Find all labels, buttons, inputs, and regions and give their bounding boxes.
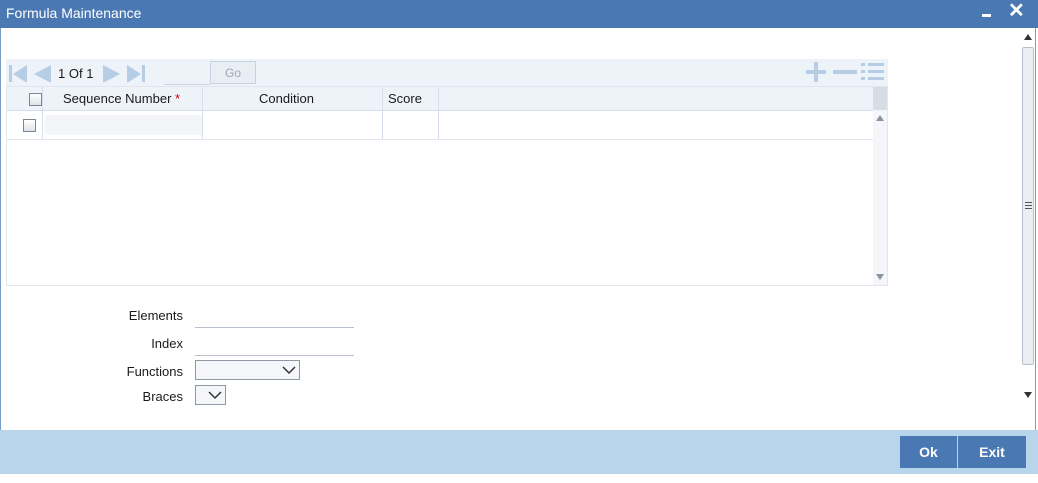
select-all-checkbox[interactable]	[29, 93, 42, 106]
window-scrollbar[interactable]	[1021, 30, 1036, 402]
previous-page-icon[interactable]	[32, 64, 52, 82]
title-bar: Formula Maintenance ✕	[0, 0, 1038, 28]
last-page-icon[interactable]	[126, 64, 146, 82]
footer-bar	[0, 430, 1038, 474]
scroll-up-icon[interactable]	[876, 115, 884, 121]
grid-header: Sequence Number * Condition Score	[7, 87, 873, 111]
formula-grid: Sequence Number * Condition Score	[6, 86, 888, 286]
pager-of: Of	[68, 66, 83, 81]
elements-field[interactable]	[195, 305, 354, 328]
exit-button[interactable]: Exit	[958, 436, 1026, 468]
next-page-icon[interactable]	[102, 64, 122, 82]
chevron-down-icon	[282, 366, 296, 375]
ok-button[interactable]: Ok	[900, 436, 957, 468]
row-select-checkbox[interactable]	[23, 119, 36, 132]
functions-label: Functions	[126, 364, 183, 379]
pager-text: 1 Of 1	[58, 66, 93, 81]
scrollbar-thumb[interactable]	[1022, 47, 1034, 365]
column-header-score[interactable]: Score	[388, 91, 422, 106]
scroll-up-icon[interactable]	[1024, 34, 1032, 40]
minimize-icon[interactable]	[980, 2, 994, 22]
grid-scrollbar[interactable]	[873, 87, 887, 285]
grip-icon	[1025, 202, 1032, 209]
close-icon[interactable]: ✕	[1008, 0, 1025, 22]
braces-label: Braces	[142, 389, 183, 404]
pager-current: 1	[58, 66, 66, 81]
window-title: Formula Maintenance	[6, 5, 142, 21]
functions-select[interactable]	[195, 360, 300, 380]
condition-input[interactable]	[205, 115, 383, 135]
scroll-down-icon[interactable]	[1024, 392, 1032, 398]
single-record-view-icon[interactable]	[860, 62, 886, 82]
delete-row-icon[interactable]	[832, 62, 858, 82]
page-number-input[interactable]	[164, 62, 210, 85]
column-header-condition[interactable]: Condition	[259, 91, 314, 106]
column-header-sequence-number[interactable]: Sequence Number *	[63, 91, 180, 106]
required-marker: *	[175, 91, 181, 106]
add-row-icon[interactable]	[804, 62, 828, 82]
first-page-icon[interactable]	[8, 64, 28, 82]
table-row	[7, 111, 873, 140]
pager-total: 1	[86, 66, 94, 81]
score-input[interactable]	[385, 115, 439, 135]
go-button[interactable]: Go	[210, 61, 256, 84]
index-field[interactable]	[195, 333, 354, 356]
elements-label: Elements	[128, 308, 183, 323]
index-label: Index	[151, 336, 183, 351]
braces-select[interactable]	[195, 385, 226, 405]
chevron-down-icon	[208, 391, 222, 400]
sequence-number-input[interactable]	[45, 115, 203, 135]
scroll-down-icon[interactable]	[876, 274, 884, 280]
